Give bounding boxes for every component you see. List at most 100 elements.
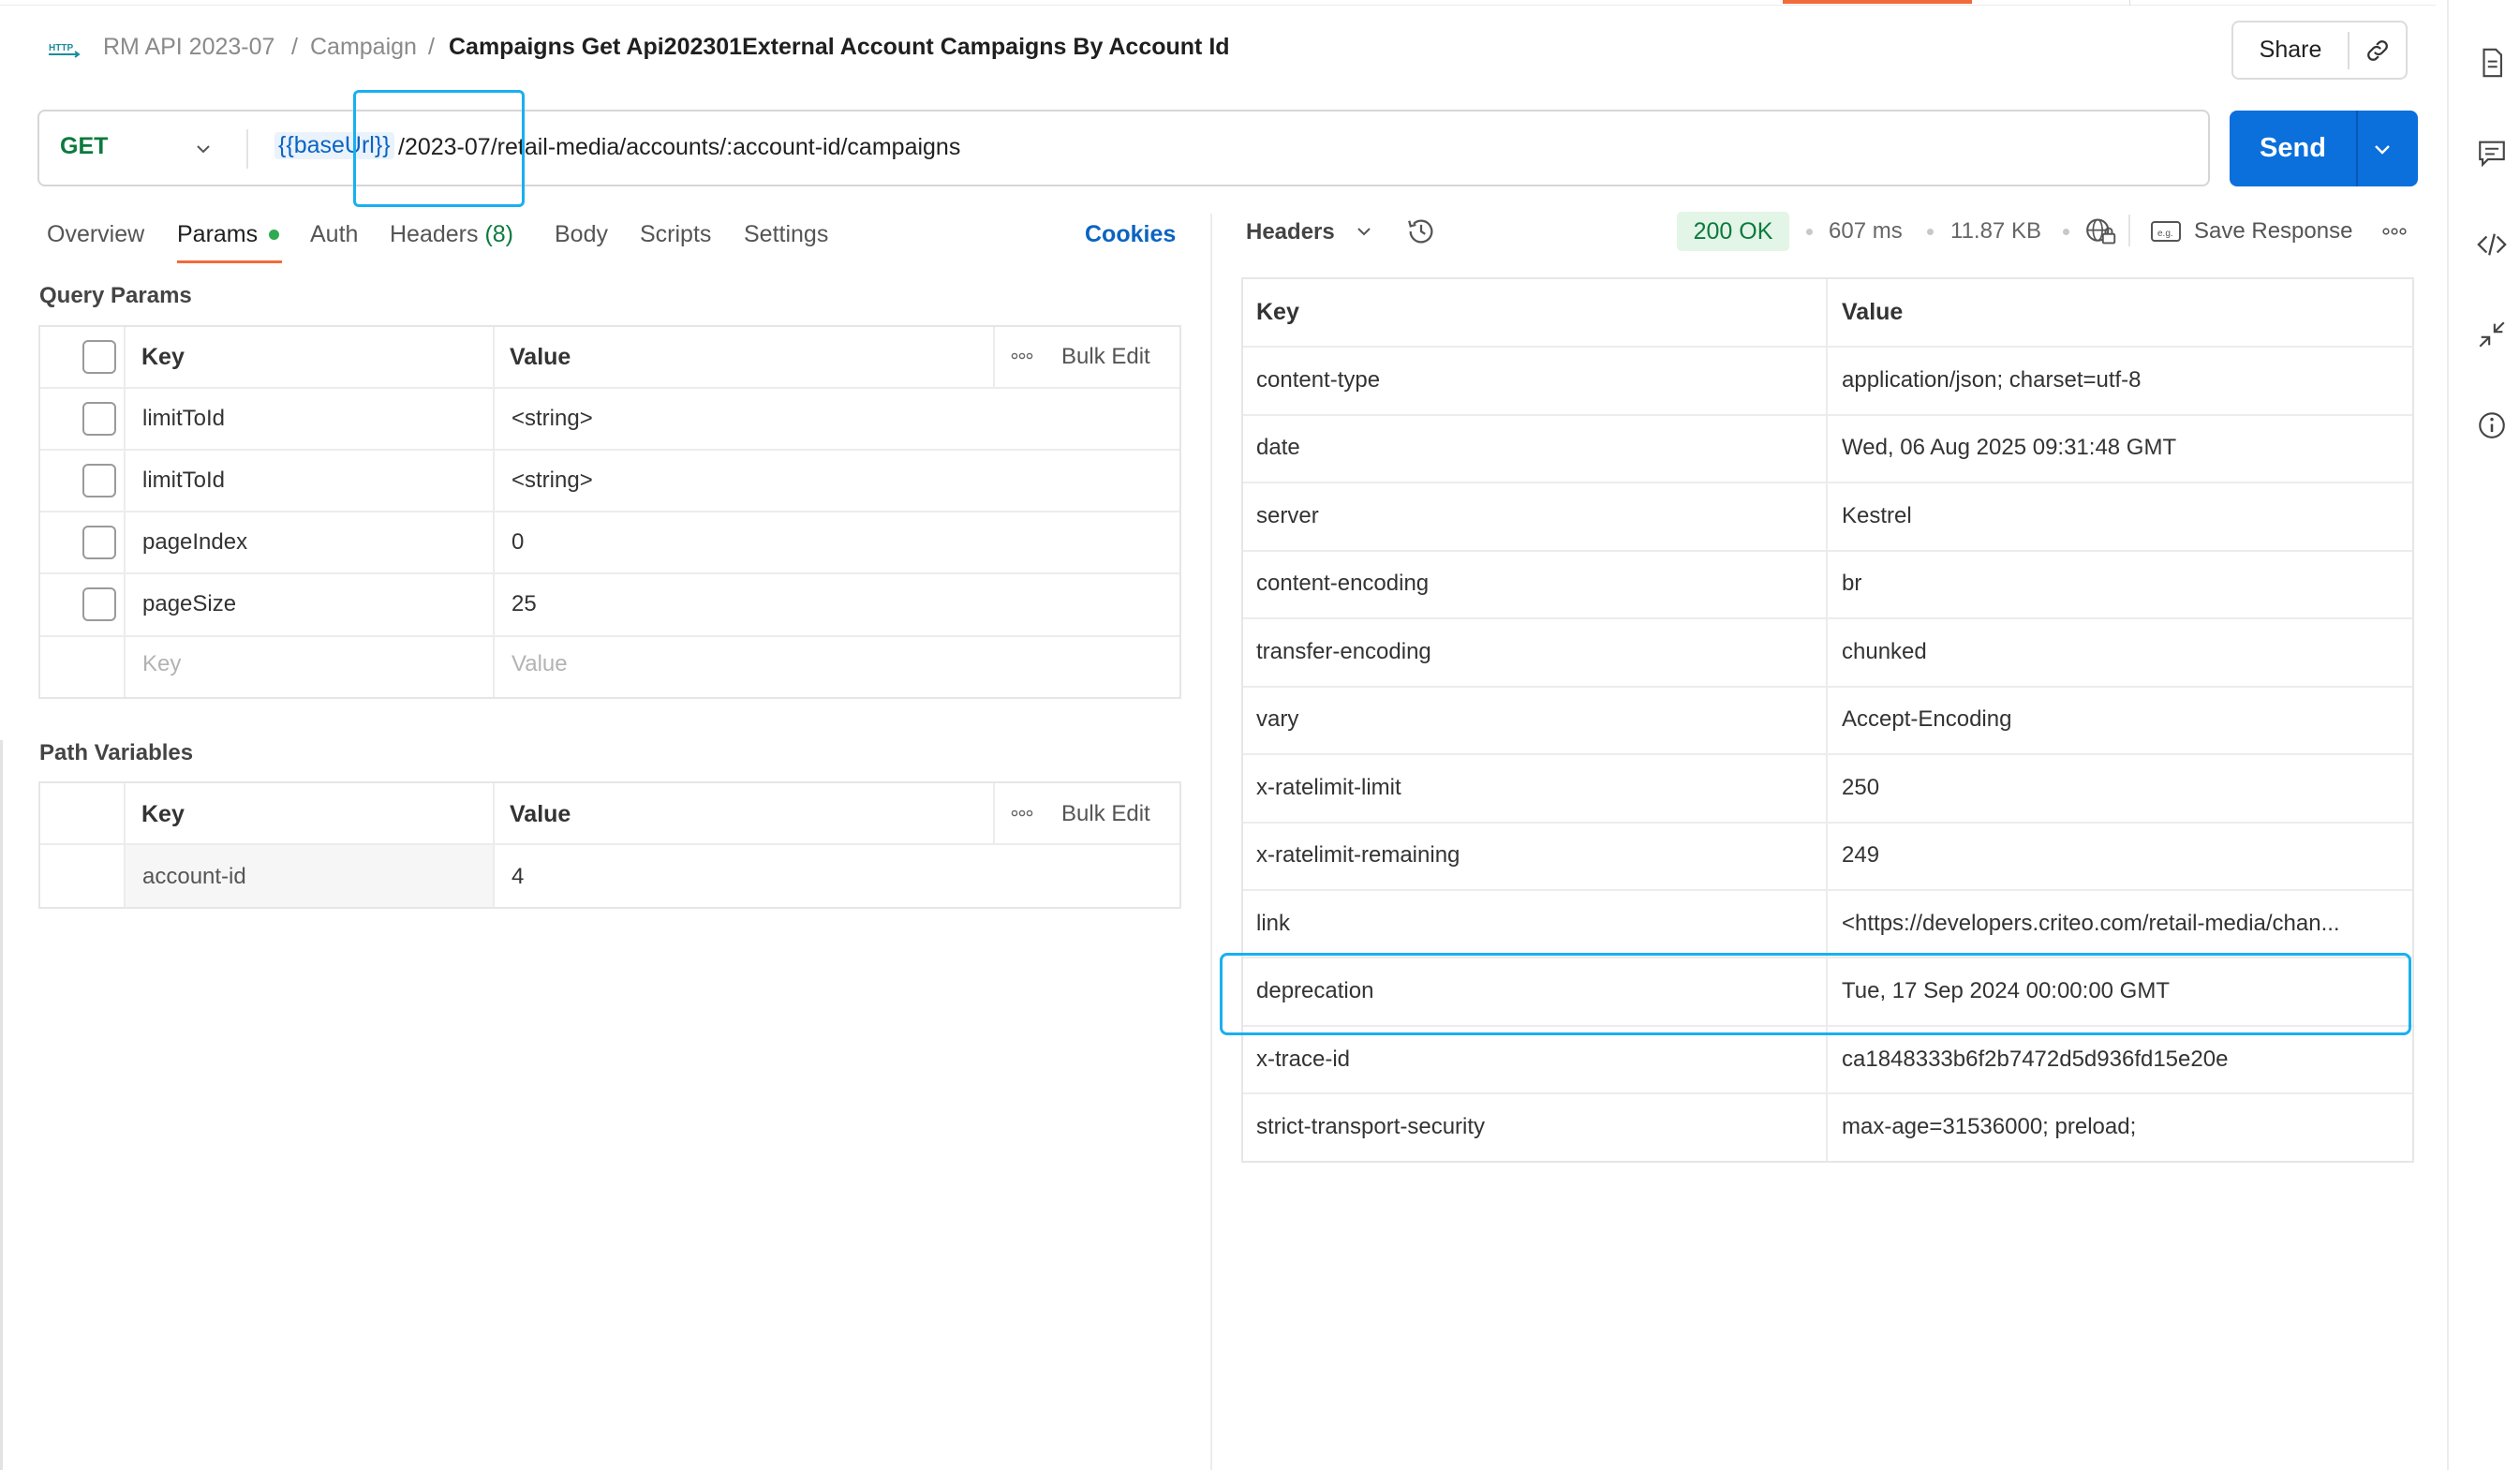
bulk-edit-button[interactable]: Bulk Edit (1061, 344, 1150, 370)
tab-headers-label: Headers (390, 221, 479, 247)
key-column-header: Key (1256, 299, 1299, 325)
annotation-highlight-box (353, 90, 525, 207)
header-key[interactable]: content-type (1256, 367, 1380, 393)
chevron-down-icon[interactable] (1354, 221, 1374, 242)
param-key[interactable]: limitToId (142, 468, 225, 494)
chevron-down-icon[interactable] (193, 139, 214, 159)
param-checkbox[interactable] (82, 402, 116, 436)
toolbar-separator (2128, 215, 2130, 246)
header-key[interactable]: content-encoding (1256, 571, 1429, 597)
path-variable-key: account-id (142, 864, 246, 889)
tab-auth[interactable]: Auth (310, 221, 358, 248)
request-title[interactable]: Campaigns Get Api202301External Account … (449, 34, 1230, 61)
http-icon: HTTP (49, 43, 81, 58)
header-key[interactable]: x-ratelimit-limit (1256, 775, 1401, 801)
send-button[interactable]: Send (2230, 111, 2356, 186)
response-time[interactable]: 607 ms (1829, 218, 1903, 245)
response-view-select[interactable]: Headers (1246, 219, 1335, 245)
tab-active-underline (177, 260, 282, 263)
tab-settings[interactable]: Settings (744, 221, 828, 248)
header-key[interactable]: strict-transport-security (1256, 1114, 1485, 1140)
response-size[interactable]: 11.87 KB (1950, 218, 2041, 245)
breadcrumb-item-collection[interactable]: RM API 2023-07 (103, 34, 274, 61)
header-value[interactable]: application/json; charset=utf-8 (1842, 367, 2142, 393)
more-options-icon[interactable] (2382, 224, 2407, 239)
header-key[interactable]: x-trace-id (1256, 1047, 1350, 1073)
info-icon[interactable] (2476, 409, 2508, 441)
breadcrumb-separator: / (291, 34, 298, 60)
param-checkbox[interactable] (82, 464, 116, 497)
send-button-group: Send (2230, 111, 2418, 186)
collapse-icon[interactable] (2476, 319, 2508, 350)
header-key[interactable]: date (1256, 435, 1300, 461)
more-options-icon[interactable] (1011, 806, 1033, 821)
header-value[interactable]: ca1848333b6f2b7472d5d936fd15e20e (1842, 1047, 2228, 1073)
header-value[interactable]: Kestrel (1842, 503, 1912, 529)
share-button[interactable]: Share (2233, 37, 2348, 64)
bulk-edit-button[interactable]: Bulk Edit (1061, 801, 1150, 827)
header-key[interactable]: link (1256, 911, 1290, 937)
key-column-header: Key (141, 801, 185, 827)
row-divider (40, 511, 1179, 512)
param-key[interactable]: pageSize (142, 591, 236, 617)
network-globe-lock-icon[interactable] (2083, 215, 2117, 247)
pane-divider[interactable] (1210, 214, 1212, 1470)
header-value[interactable]: 249 (1842, 842, 1879, 869)
param-value[interactable]: 25 (511, 591, 537, 617)
row-divider (1243, 414, 2412, 416)
header-value[interactable]: Accept-Encoding (1842, 706, 2011, 733)
top-divider-tick (2129, 0, 2130, 6)
param-value[interactable]: 0 (511, 529, 524, 556)
copy-link-button[interactable] (2350, 37, 2406, 65)
row-divider (1243, 753, 2412, 755)
param-value[interactable]: <string> (511, 406, 593, 432)
select-all-checkbox[interactable] (82, 340, 116, 374)
tab-overview[interactable]: Overview (47, 221, 144, 248)
comment-icon[interactable] (2476, 137, 2508, 169)
param-value[interactable]: <string> (511, 468, 593, 494)
tab-headers-count: (8) (484, 221, 514, 247)
url-separator (246, 129, 248, 169)
param-checkbox[interactable] (82, 587, 116, 621)
header-value[interactable]: Wed, 06 Aug 2025 09:31:48 GMT (1842, 435, 2176, 461)
header-key[interactable]: transfer-encoding (1256, 639, 1431, 665)
tab-headers[interactable]: Headers (8) (390, 221, 513, 248)
header-key[interactable]: x-ratelimit-remaining (1256, 842, 1460, 869)
document-icon[interactable] (2476, 47, 2508, 79)
tab-params[interactable]: Params (177, 221, 258, 248)
row-divider (1243, 346, 2412, 348)
header-value[interactable]: <https://developers.criteo.com/retail-me… (1842, 911, 2340, 937)
header-value[interactable]: max-age=31536000; preload; (1842, 1114, 2136, 1140)
params-active-dot (269, 230, 279, 240)
method-select[interactable]: GET (60, 133, 108, 160)
path-variable-value[interactable]: 4 (511, 864, 524, 890)
chevron-down-icon[interactable] (2370, 137, 2394, 161)
header-value[interactable]: br (1842, 571, 1861, 597)
meta-separator (1927, 229, 1934, 235)
annotation-highlight-box (1220, 953, 2411, 1035)
header-value[interactable]: chunked (1842, 639, 1927, 665)
row-divider (40, 449, 1179, 451)
param-checkbox[interactable] (82, 526, 116, 559)
meta-separator (1806, 229, 1813, 235)
header-key[interactable]: vary (1256, 706, 1298, 733)
value-column-header: Value (1842, 299, 1904, 325)
code-icon[interactable] (2476, 229, 2508, 260)
breadcrumb-item-folder[interactable]: Campaign (310, 34, 417, 61)
cookies-link[interactable]: Cookies (1085, 221, 1176, 248)
history-icon[interactable] (1405, 215, 1437, 247)
tab-scripts[interactable]: Scripts (640, 221, 711, 248)
column-divider (993, 327, 995, 389)
header-key[interactable]: server (1256, 503, 1319, 529)
param-key[interactable]: pageIndex (142, 529, 247, 556)
row-divider (40, 387, 1179, 389)
save-response-icon[interactable]: e.g. (2150, 219, 2182, 244)
param-key[interactable]: limitToId (142, 406, 225, 432)
status-badge[interactable]: 200 OK (1677, 212, 1789, 251)
tab-body[interactable]: Body (555, 221, 608, 248)
save-response-button[interactable]: Save Response (2194, 218, 2352, 245)
more-options-icon[interactable] (1011, 349, 1033, 364)
new-param-value-input[interactable]: Value (511, 651, 568, 677)
header-value[interactable]: 250 (1842, 775, 1879, 801)
new-param-key-input[interactable]: Key (142, 651, 181, 677)
